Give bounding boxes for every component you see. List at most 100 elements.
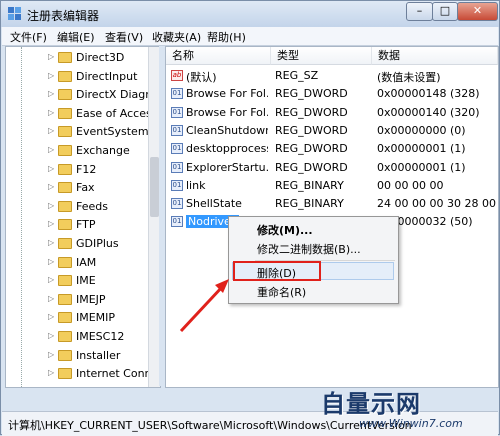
value-type: REG_DWORD: [275, 105, 348, 119]
value-name: link: [186, 178, 206, 192]
folder-icon: [58, 182, 72, 194]
tree-scroll-thumb[interactable]: [150, 157, 159, 217]
tree-item-label: GDIPlus: [76, 237, 119, 250]
folder-icon: [58, 293, 72, 305]
expand-arrow-icon[interactable]: ▷: [48, 164, 54, 173]
tree-item[interactable]: ▷ Installer: [6, 347, 148, 365]
tree-item-label: EventSystem: [76, 125, 149, 139]
registry-tree[interactable]: ▷ Direct3D ▷ DirectInput ▷ DirectX Diagno ▷ Eas…: [5, 46, 161, 388]
context-menu-modify[interactable]: 修改(M)...: [257, 222, 313, 238]
expand-arrow-icon[interactable]: ▷: [48, 89, 54, 98]
expand-arrow-icon[interactable]: ▷: [48, 387, 54, 388]
menu-help[interactable]: 帮助(H): [207, 29, 246, 45]
expand-arrow-icon[interactable]: ▷: [48, 238, 54, 247]
expand-arrow-icon[interactable]: ▷: [48, 312, 54, 321]
binary-value-icon: 01: [171, 161, 183, 173]
string-value-icon: ab: [171, 70, 183, 81]
tree-item[interactable]: ▷ F12: [6, 161, 148, 179]
expand-arrow-icon[interactable]: ▷: [48, 201, 54, 210]
menu-favorites[interactable]: 收藏夹(A): [152, 29, 201, 45]
watermark-url: www.Winwin7.com: [359, 417, 463, 430]
tree-item[interactable]: ▷ GDIPlus: [6, 235, 148, 253]
value-type: REG_SZ: [275, 69, 319, 82]
tree-item-label: Fax: [76, 181, 95, 195]
value-row[interactable]: 01 Browse For Fol... REG_DWORD 0x00000140 (…: [166, 104, 498, 122]
tree-item[interactable]: ▷ IME: [6, 272, 148, 290]
value-type: REG_DWORD: [275, 123, 348, 137]
tree-item[interactable]: ▷ Internet Conne: [6, 365, 158, 383]
tree-item[interactable]: ▷ Fax: [6, 179, 148, 197]
value-row[interactable]: 01 ShellState REG_BINARY 24 00 00 00 30 28 …: [166, 195, 498, 213]
maximize-button[interactable]: □: [432, 2, 458, 21]
tree-item[interactable]: ▷ Ease of Access: [6, 105, 157, 123]
tree-item[interactable]: ▷ IMEMIP: [6, 309, 148, 327]
column-header-data[interactable]: 数据: [372, 47, 498, 65]
folder-icon: [58, 219, 72, 231]
tree-item[interactable]: ▷ DirectX Diagno: [6, 86, 159, 104]
tree-item[interactable]: ▷ IAM: [6, 254, 148, 272]
tree-item-label: IMEJP: [76, 292, 106, 306]
tree-item-label: DirectX Diagno: [76, 88, 159, 102]
tree-item[interactable]: ▷ EventSystem: [6, 123, 149, 141]
registry-editor-icon: [8, 7, 21, 20]
value-row[interactable]: 01 desktopprocess REG_DWORD 0x00000001 (1): [166, 140, 498, 158]
expand-arrow-icon[interactable]: ▷: [48, 182, 54, 191]
tree-item-label: DirectInput: [76, 69, 138, 83]
window-title: 注册表编辑器: [27, 9, 100, 23]
expand-arrow-icon[interactable]: ▷: [48, 108, 54, 117]
binary-value-icon: 01: [171, 143, 183, 155]
tree-item[interactable]: ▷ Feeds: [6, 198, 148, 216]
tree-item[interactable]: ▷ Direct3D: [6, 49, 148, 67]
value-name: Browse For Fol...: [186, 105, 268, 119]
expand-arrow-icon[interactable]: ▷: [48, 331, 54, 340]
tree-item-label: IAM: [76, 255, 97, 269]
column-header-name[interactable]: 名称: [166, 47, 271, 65]
tree-item[interactable]: ▷ IMESC12: [6, 328, 148, 346]
value-row[interactable]: 01 Browse For Fol... REG_DWORD 0x00000148 (…: [166, 85, 498, 103]
expand-arrow-icon[interactable]: ▷: [48, 52, 54, 61]
value-type: REG_DWORD: [275, 87, 348, 101]
folder-icon: [58, 386, 72, 387]
value-row[interactable]: 01 link REG_BINARY 00 00 00 00: [166, 177, 498, 195]
folder-icon: [58, 238, 72, 249]
menu-edit[interactable]: 编辑(E): [57, 29, 95, 45]
expand-arrow-icon[interactable]: ▷: [48, 219, 54, 228]
value-data: (数值未设置): [377, 71, 441, 84]
menu-view[interactable]: 查看(V): [105, 29, 143, 45]
tree-item[interactable]: ▷ Internet Explo: [6, 384, 153, 388]
value-type: REG_BINARY: [275, 197, 344, 211]
expand-arrow-icon[interactable]: ▷: [48, 257, 54, 266]
context-menu: 修改(M)... 修改二进制数据(B)... 删除(D) 重命名(R): [228, 216, 399, 304]
binary-value-icon: 01: [171, 124, 183, 136]
expand-arrow-icon[interactable]: ▷: [48, 294, 54, 303]
expand-arrow-icon[interactable]: ▷: [48, 275, 54, 284]
tree-item[interactable]: ▷ Exchange: [6, 142, 148, 160]
value-row[interactable]: 01 CleanShutdown REG_DWORD 0x00000000 (0): [166, 122, 498, 140]
expand-arrow-icon[interactable]: ▷: [48, 368, 54, 377]
tree-item[interactable]: ▷ FTP: [6, 216, 148, 234]
watermark: 自量示网 www.Winwin7.com: [321, 384, 499, 434]
value-row[interactable]: ab (默认) REG_SZ (数值未设置): [166, 67, 498, 85]
tree-item-label: Internet Explo: [76, 386, 153, 387]
tree-item-label: Ease of Access: [76, 106, 158, 120]
folder-icon: [58, 163, 72, 175]
value-name: (默认): [186, 71, 217, 84]
value-row[interactable]: 01 ExplorerStartu... REG_DWORD 0x00000001 (…: [166, 159, 498, 177]
tree-item[interactable]: ▷ DirectInput: [6, 68, 148, 86]
value-name: ExplorerStartu...: [186, 160, 268, 174]
tree-item[interactable]: ▷ IMEJP: [6, 291, 148, 309]
tree-item-label: Direct3D: [76, 51, 125, 64]
context-menu-rename[interactable]: 重命名(R): [257, 284, 306, 300]
column-header-type[interactable]: 类型: [271, 47, 372, 65]
tree-item-label: IME: [76, 274, 96, 288]
tree-item-label: IMEMIP: [76, 311, 116, 325]
context-menu-modify-binary[interactable]: 修改二进制数据(B)...: [257, 241, 361, 257]
binary-value-icon: 01: [171, 179, 183, 191]
expand-arrow-icon[interactable]: ▷: [48, 350, 54, 359]
minimize-button[interactable]: –: [406, 2, 433, 21]
expand-arrow-icon[interactable]: ▷: [48, 145, 54, 154]
expand-arrow-icon[interactable]: ▷: [48, 71, 54, 80]
expand-arrow-icon[interactable]: ▷: [48, 126, 54, 135]
menu-file[interactable]: 文件(F): [10, 29, 47, 45]
close-button[interactable]: ✕: [457, 2, 498, 21]
